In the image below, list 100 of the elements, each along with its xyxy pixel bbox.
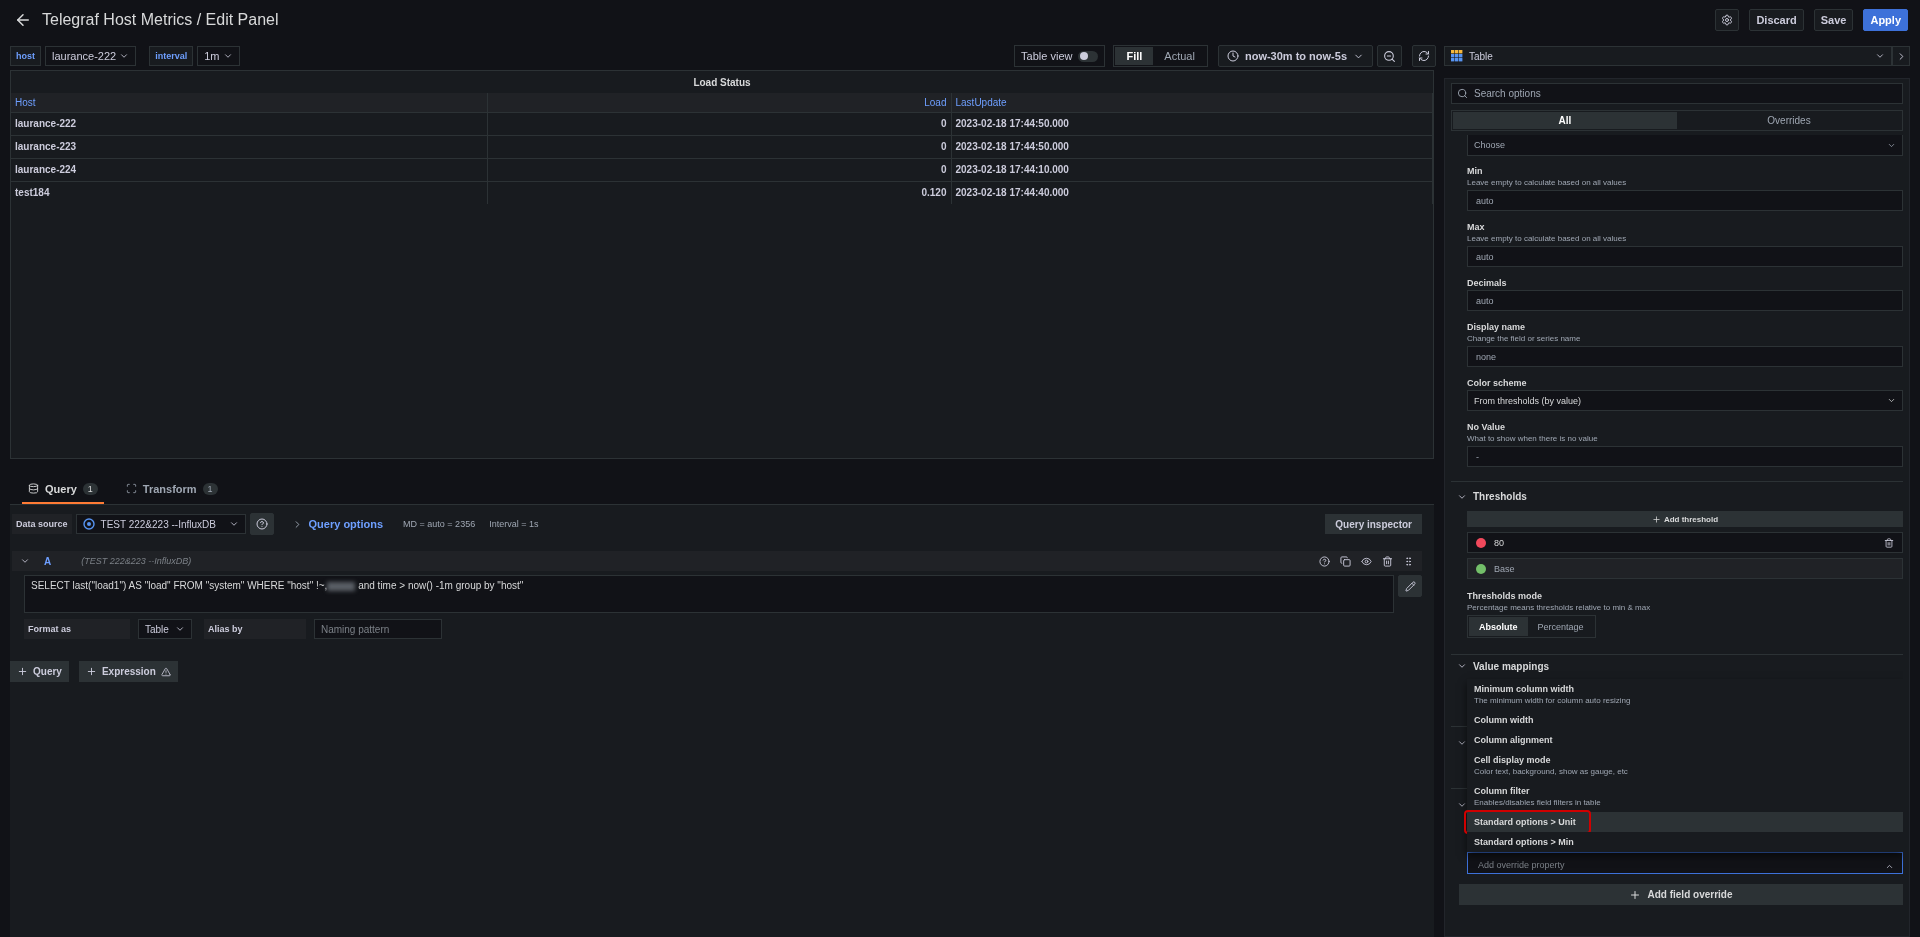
plus-icon: [85, 666, 97, 677]
field-label: Data source: [12, 514, 72, 534]
help-icon[interactable]: [1319, 555, 1330, 567]
search-field[interactable]: Search options: [1451, 83, 1903, 104]
clock-icon: [1226, 50, 1239, 62]
menu-item[interactable]: Standard options > Min: [1467, 832, 1903, 852]
help-icon: [255, 518, 268, 530]
color-dot[interactable]: [1476, 537, 1486, 548]
toggle-label: Table view: [1021, 50, 1073, 62]
mode-option[interactable]: Percentage: [1527, 617, 1594, 636]
column-header[interactable]: Load: [487, 93, 951, 112]
section-title[interactable]: Thresholds: [1473, 491, 1527, 502]
chevron-up-icon: [1885, 862, 1894, 871]
query-ref: A: [44, 555, 52, 567]
mode-option[interactable]: Fill: [1115, 47, 1154, 65]
select-field[interactable]: From thresholds (by value): [1467, 390, 1903, 411]
query-editor[interactable]: SELECT last("load1") AS "load" FROM "system" WHERE "host" !~, and time > now() -1m group by "host": [24, 575, 1394, 613]
field-label: Max: [1467, 222, 1486, 232]
menu-item[interactable]: Column alignment: [1467, 730, 1903, 750]
variable-label: interval: [149, 46, 194, 66]
options-tab[interactable]: All: [1453, 112, 1677, 129]
drag-handle-icon[interactable]: [1403, 555, 1414, 567]
options-tab[interactable]: Overrides: [1677, 112, 1901, 129]
refresh-button[interactable]: [1412, 45, 1436, 67]
chevron-icon[interactable]: [1457, 738, 1467, 748]
transform-icon: [125, 483, 137, 494]
threshold-step[interactable]: 80: [1467, 532, 1903, 553]
menu-item[interactable]: Minimum column width The minimum width for column auto resizing: [1467, 679, 1903, 710]
section-title[interactable]: Value mappings: [1473, 661, 1550, 672]
variable-select[interactable]: 1m: [197, 46, 240, 66]
query-inspector-button[interactable]: Query inspector: [1325, 514, 1422, 534]
select-field[interactable]: Choose: [1467, 135, 1903, 156]
color-dot[interactable]: [1476, 563, 1486, 574]
column-header[interactable]: LastUpdate: [951, 93, 1433, 112]
delete-icon[interactable]: [1382, 555, 1393, 567]
eye-icon[interactable]: [1361, 555, 1372, 567]
menu-item[interactable]: Cell display mode Color text, background, show as gauge, etc: [1467, 750, 1903, 781]
field-label: Thresholds mode: [1467, 591, 1543, 601]
mode-option[interactable]: Actual: [1153, 47, 1206, 65]
redacted-mark: [327, 581, 356, 591]
chevron-down-icon: [222, 51, 233, 61]
field-description: What to show when there is no value: [1467, 434, 1599, 443]
field-description: Leave empty to calculate based on all values: [1467, 234, 1628, 243]
refresh-icon: [1418, 50, 1430, 62]
table-cell: laurance-224: [11, 158, 487, 181]
editor-tab[interactable]: Transform 1: [119, 475, 224, 504]
text-field[interactable]: none: [1467, 346, 1903, 367]
chevron-icon[interactable]: [1457, 800, 1467, 810]
query-options-toggle[interactable]: Query options: [285, 517, 390, 531]
zoom-out-button[interactable]: [1377, 45, 1402, 67]
alias-input[interactable]: Naming pattern: [313, 619, 442, 639]
gear-icon: [1721, 14, 1734, 26]
threshold-step[interactable]: Base: [1467, 558, 1903, 579]
column-header[interactable]: Host: [11, 93, 487, 112]
add-field-override-button[interactable]: Add field override: [1459, 884, 1903, 905]
add-threshold-button[interactable]: Add threshold: [1467, 511, 1903, 527]
toolbar-button[interactable]: Save: [1813, 9, 1854, 31]
search-icon: [1457, 88, 1468, 99]
apply-button[interactable]: Apply: [1863, 9, 1908, 31]
format-select[interactable]: Table: [138, 619, 192, 639]
zoom-out-icon: [1383, 49, 1396, 63]
text-field[interactable]: auto: [1467, 290, 1903, 311]
override-property-field[interactable]: Add override property: [1467, 852, 1903, 874]
chevron-down-icon: [174, 624, 185, 634]
add-button[interactable]: Query: [10, 661, 69, 682]
text-field[interactable]: -: [1467, 446, 1903, 467]
mode-option[interactable]: Absolute: [1469, 617, 1528, 636]
copy-icon[interactable]: [1340, 555, 1351, 567]
data-source-select[interactable]: TEST 222&223 --InfluxDB: [75, 514, 246, 534]
help-button[interactable]: [249, 513, 274, 535]
variable-select[interactable]: laurance-222: [45, 46, 137, 66]
table-cell: 0.120: [487, 181, 951, 204]
pencil-icon: [1404, 580, 1416, 592]
query-source: (TEST 222&223 --InfluxDB): [81, 556, 193, 566]
search-input[interactable]: Search options: [1472, 87, 1897, 100]
text-field[interactable]: auto: [1467, 190, 1903, 211]
variable-label: host: [10, 46, 41, 66]
text-field[interactable]: auto: [1467, 246, 1903, 267]
toolbar-button[interactable]: Discard: [1749, 9, 1804, 31]
table-cell: 2023-02-18 17:44:50.000: [951, 135, 1433, 158]
field-label: No Value: [1467, 422, 1506, 432]
menu-item[interactable]: Column width: [1467, 710, 1903, 730]
menu-item[interactable]: Column filter Enables/disables field filters in table: [1467, 781, 1903, 812]
time-range-picker[interactable]: now-30m to now-5s: [1217, 45, 1373, 67]
settings-button[interactable]: [1715, 9, 1740, 31]
table-cell: 0: [487, 158, 951, 181]
visualization-picker[interactable]: Table: [1444, 46, 1892, 66]
delete-icon[interactable]: [1884, 537, 1894, 548]
database-icon: [28, 483, 39, 494]
field-label: Decimals: [1467, 278, 1508, 288]
collapse-icon[interactable]: [20, 556, 30, 566]
menu-item[interactable]: Standard options > Unit: [1467, 812, 1903, 832]
edit-button[interactable]: [1398, 575, 1422, 597]
add-button[interactable]: Expression: [78, 661, 178, 682]
override-input[interactable]: Add override property: [1476, 859, 1597, 871]
query-meta: MD = auto = 2356: [403, 519, 476, 529]
field-description: Percentage means thresholds relative to min & max: [1467, 603, 1652, 612]
toggle-switch[interactable]: [1078, 50, 1099, 62]
chevron-down-icon: [119, 51, 130, 61]
chevron-icon[interactable]: [1457, 661, 1467, 671]
